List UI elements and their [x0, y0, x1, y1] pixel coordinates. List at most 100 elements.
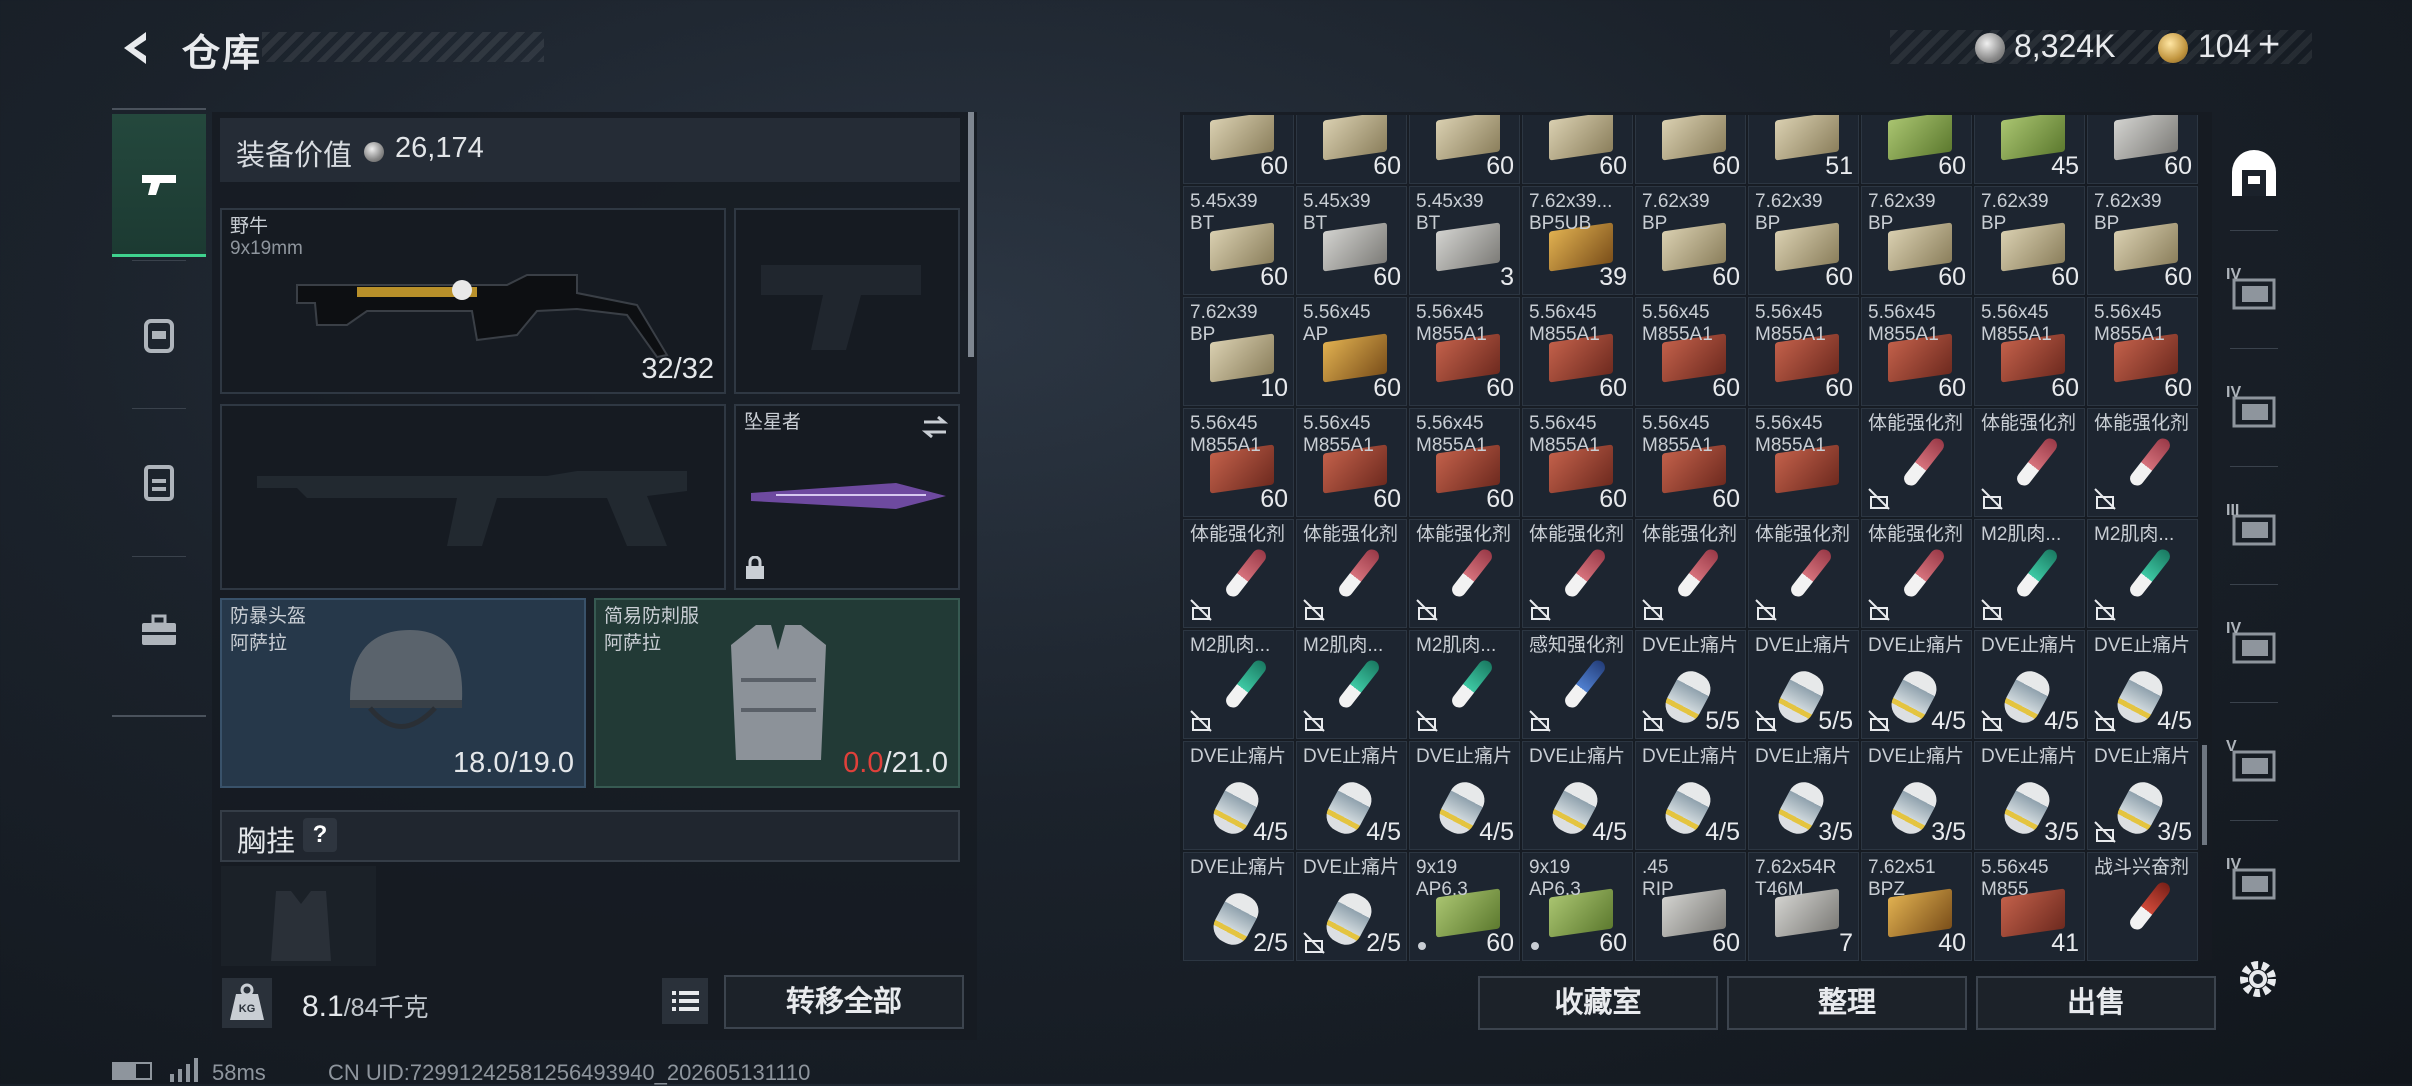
inventory-item[interactable]: 体能强化剂	[1409, 519, 1520, 628]
tab-clipboard[interactable]	[112, 412, 206, 552]
gear-icon[interactable]	[2234, 955, 2282, 1003]
inventory-item[interactable]: 体能强化剂	[1635, 519, 1746, 628]
transfer-all-button[interactable]: 转移全部	[724, 975, 964, 1029]
inventory-item[interactable]: 60	[1296, 115, 1407, 184]
inventory-item[interactable]: 7.62x54R T46M 7	[1748, 852, 1859, 961]
inventory-item[interactable]: 5.56x45 M855A1	[1748, 408, 1859, 517]
inventory-item[interactable]: 60	[1861, 115, 1972, 184]
primary-weapon-slot[interactable]: 野牛 9x19mm 32/32	[220, 208, 726, 394]
inventory-item[interactable]: 5.56x45 M855 41	[1974, 852, 2085, 961]
inventory-item[interactable]: 7.62x39 BP 60	[2087, 186, 2198, 295]
inventory-item[interactable]: .45 RIP 60	[1635, 852, 1746, 961]
swap-icon[interactable]	[920, 414, 950, 440]
inventory-item[interactable]: 体能强化剂	[1183, 519, 1294, 628]
inventory-item[interactable]: 5.56x45 M855A1 60	[1296, 408, 1407, 517]
inventory-item[interactable]: 5.56x45 M855A1 60	[1748, 297, 1859, 406]
inventory-item[interactable]: M2肌肉...	[1974, 519, 2085, 628]
inventory-item[interactable]: DVE止痛片 4/5	[1861, 630, 1972, 739]
inventory-item[interactable]: M2肌肉...	[1296, 630, 1407, 739]
inventory-item[interactable]: 5.56x45 M855A1 60	[1635, 408, 1746, 517]
storage-tab-1[interactable]	[2224, 142, 2284, 202]
inventory-item[interactable]: 5.56x45 M855A1 60	[1861, 297, 1972, 406]
equipment-scrollbar[interactable]	[968, 112, 974, 357]
inventory-item[interactable]: 体能强化剂	[1974, 408, 2085, 517]
tab-armor[interactable]	[112, 264, 206, 404]
inventory-item[interactable]: 体能强化剂	[1861, 408, 1972, 517]
inventory-item[interactable]: 7.62x39 BP 60	[1635, 186, 1746, 295]
storage-tab-4[interactable]: III	[2224, 496, 2284, 556]
inventory-item[interactable]: 体能强化剂	[1296, 519, 1407, 628]
storage-tab-7[interactable]: IV	[2224, 850, 2284, 910]
list-view-button[interactable]	[662, 978, 708, 1024]
inventory-item[interactable]: DVE止痛片 4/5	[1409, 741, 1520, 850]
inventory-item[interactable]: DVE止痛片 4/5	[1183, 741, 1294, 850]
inventory-item[interactable]: 5.56x45 M855A1 60	[1183, 408, 1294, 517]
inventory-item[interactable]: 7.62x39 BP 60	[1748, 186, 1859, 295]
inventory-item[interactable]: DVE止痛片 4/5	[1974, 630, 2085, 739]
inventory-item[interactable]: DVE止痛片 3/5	[1861, 741, 1972, 850]
inventory-item[interactable]: 60	[1409, 115, 1520, 184]
inventory-item[interactable]: 体能强化剂	[1861, 519, 1972, 628]
inventory-item[interactable]: 60	[1183, 115, 1294, 184]
inventory-item[interactable]: 7.62x39 BP 60	[1861, 186, 1972, 295]
inventory-item[interactable]: DVE止痛片 3/5	[1974, 741, 2085, 850]
inventory-item[interactable]: 5.56x45 M855A1 60	[1522, 297, 1633, 406]
inventory-item[interactable]: 体能强化剂	[1522, 519, 1633, 628]
storage-tab-3[interactable]: IV	[2224, 378, 2284, 438]
secondary-primary-slot[interactable]	[220, 404, 726, 590]
inventory-item[interactable]: 5.45x39 BT 3	[1409, 186, 1520, 295]
inventory-item[interactable]: 5.56x45 M855A1 60	[1409, 408, 1520, 517]
inventory-item[interactable]: 5.56x45 AP 60	[1296, 297, 1407, 406]
inventory-item[interactable]: DVE止痛片 4/5	[1296, 741, 1407, 850]
inventory-item[interactable]: 5.56x45 M855A1 60	[1409, 297, 1520, 406]
collection-room-button[interactable]: 收藏室	[1478, 976, 1718, 1030]
inventory-item[interactable]: DVE止痛片 4/5	[1635, 741, 1746, 850]
inventory-item[interactable]: 体能强化剂	[2087, 408, 2198, 517]
tab-toolbox[interactable]	[112, 560, 206, 700]
inventory-item[interactable]: 51	[1748, 115, 1859, 184]
sell-button[interactable]: 出售	[1976, 976, 2216, 1030]
melee-slot[interactable]: 坠星者	[734, 404, 960, 590]
inventory-item[interactable]: DVE止痛片 2/5	[1296, 852, 1407, 961]
inventory-item[interactable]: DVE止痛片 4/5	[1522, 741, 1633, 850]
inventory-item[interactable]: 体能强化剂	[1748, 519, 1859, 628]
inventory-item[interactable]: M2肌肉...	[1183, 630, 1294, 739]
inventory-item[interactable]: 9x19 AP6.3 60	[1522, 852, 1633, 961]
secondary-weapon-slot[interactable]	[734, 208, 960, 394]
inventory-item[interactable]: DVE止痛片 5/5	[1635, 630, 1746, 739]
body-armor-slot[interactable]: 简易防刺服 阿萨拉 0.0/21.0	[594, 598, 960, 788]
inventory-item[interactable]: 7.62x51 BPZ 40	[1861, 852, 1972, 961]
inventory-item[interactable]: 60	[1635, 115, 1746, 184]
inventory-item[interactable]: DVE止痛片 3/5	[2087, 741, 2198, 850]
inventory-item[interactable]: 5.56x45 M855A1 60	[1974, 297, 2085, 406]
inventory-item[interactable]: 7.62x39 BP 10	[1183, 297, 1294, 406]
storage-tab-5[interactable]: IV	[2224, 614, 2284, 674]
inventory-item[interactable]: 5.56x45 M855A1 60	[1522, 408, 1633, 517]
tab-weapons[interactable]	[112, 114, 206, 257]
inventory-item[interactable]: DVE止痛片 5/5	[1748, 630, 1859, 739]
inventory-item[interactable]: 5.45x39 BT 60	[1183, 186, 1294, 295]
inventory-scrollbar[interactable]	[2202, 745, 2207, 845]
inventory-item[interactable]: DVE止痛片 2/5	[1183, 852, 1294, 961]
inventory-item[interactable]: 45	[1974, 115, 2085, 184]
chest-rig-help-button[interactable]: ?	[303, 818, 337, 852]
sort-button[interactable]: 整理	[1727, 976, 1967, 1030]
inventory-item[interactable]: 5.45x39 BT 60	[1296, 186, 1407, 295]
inventory-item[interactable]: 60	[2087, 115, 2198, 184]
inventory-item[interactable]: DVE止痛片 3/5	[1748, 741, 1859, 850]
inventory-item[interactable]: DVE止痛片 4/5	[2087, 630, 2198, 739]
inventory-item[interactable]: 5.56x45 M855A1 60	[2087, 297, 2198, 406]
chest-rig-slot[interactable]	[221, 866, 376, 966]
inventory-item[interactable]: M2肌肉...	[2087, 519, 2198, 628]
helmet-slot[interactable]: 防暴头盔 阿萨拉 18.0/19.0	[220, 598, 586, 788]
storage-tab-6[interactable]: V	[2224, 732, 2284, 792]
inventory-item[interactable]: M2肌肉...	[1409, 630, 1520, 739]
inventory-item[interactable]: 60	[1522, 115, 1633, 184]
inventory-item[interactable]: 7.62x39 BP 60	[1974, 186, 2085, 295]
add-currency-button[interactable]: +	[2258, 24, 2280, 67]
storage-tab-2[interactable]: IV	[2224, 260, 2284, 320]
inventory-item[interactable]: 战斗兴奋剂	[2087, 852, 2198, 961]
inventory-item[interactable]: 感知强化剂	[1522, 630, 1633, 739]
inventory-item[interactable]: 7.62x39... BP5UB 39	[1522, 186, 1633, 295]
inventory-item[interactable]: 5.56x45 M855A1 60	[1635, 297, 1746, 406]
